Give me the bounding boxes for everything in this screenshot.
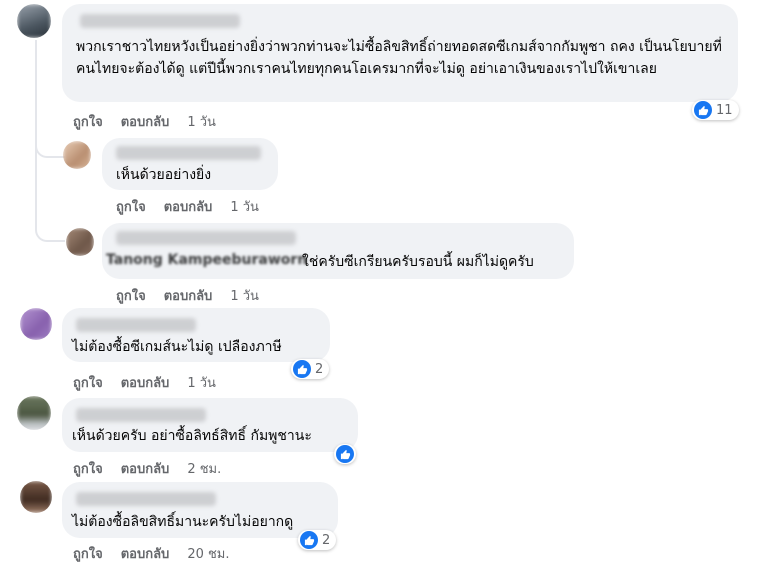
author-name-redacted[interactable] xyxy=(76,408,206,422)
like-link[interactable]: ถูกใจ xyxy=(73,543,103,564)
reply-link[interactable]: ตอบกลับ xyxy=(164,285,213,306)
comment-actions: ถูกใจ ตอบกลับ 1 วัน xyxy=(116,196,259,217)
comment-bubble: Tanong Kampeeburaworn ใช่ครับซีเกรียนครั… xyxy=(102,223,574,279)
like-link[interactable]: ถูกใจ xyxy=(73,458,103,479)
like-link[interactable]: ถูกใจ xyxy=(73,372,103,393)
reply-link[interactable]: ตอบกลับ xyxy=(121,111,170,132)
avatar[interactable] xyxy=(17,4,51,38)
reply-link[interactable]: ตอบกลับ xyxy=(121,372,170,393)
author-name-partial[interactable]: Tanong Kampeeburaworn xyxy=(106,252,307,268)
comment-actions: ถูกใจ ตอบกลับ 1 วัน xyxy=(73,111,216,132)
reaction-count[interactable] xyxy=(334,444,356,464)
timestamp[interactable]: 1 วัน xyxy=(187,372,216,393)
author-name-redacted[interactable] xyxy=(80,14,240,28)
timestamp[interactable]: 2 ชม. xyxy=(187,458,221,479)
comment-text: ไม่ต้องซื้อซีเกมส์นะไม่ดู เปลืองภาษี xyxy=(72,339,282,355)
timestamp[interactable]: 1 วัน xyxy=(187,111,216,132)
comment-actions: ถูกใจ ตอบกลับ 1 วัน xyxy=(73,372,216,393)
reply-link[interactable]: ตอบกลับ xyxy=(121,543,170,564)
like-link[interactable]: ถูกใจ xyxy=(116,285,146,306)
comment-text: ไม่ต้องซื้อลิขสิทธิ์มานะครับไม่อยากดู xyxy=(72,514,294,530)
like-link[interactable]: ถูกใจ xyxy=(116,196,146,217)
reaction-number: 2 xyxy=(322,532,331,548)
comment-text: เห็นด้วยอย่างยิ่ง xyxy=(116,167,212,183)
reaction-count[interactable]: 2 xyxy=(291,359,330,379)
comment-text: เห็นด้วยครับ อย่าซื้อลิทธ์สิทธิ์ กัมพูชา… xyxy=(72,428,312,444)
author-name-redacted[interactable] xyxy=(76,492,216,506)
avatar[interactable] xyxy=(63,141,91,169)
author-name-redacted[interactable] xyxy=(116,231,296,245)
reaction-number: 2 xyxy=(315,361,324,377)
comment-bubble: พวกเราชาวไทยหวังเป็นอย่างยิ่งว่าพวกท่านจ… xyxy=(62,4,738,102)
avatar[interactable] xyxy=(20,308,52,340)
comment-text: พวกเราชาวไทยหวังเป็นอย่างยิ่งว่าพวกท่านจ… xyxy=(76,39,722,77)
timestamp[interactable]: 20 ชม. xyxy=(187,543,229,564)
thread-connector xyxy=(35,190,65,242)
avatar[interactable] xyxy=(20,481,52,513)
like-reaction-icon xyxy=(300,531,318,549)
comment-actions: ถูกใจ ตอบกลับ 1 วัน xyxy=(116,285,259,306)
reaction-number: 11 xyxy=(716,102,733,118)
thread-line xyxy=(35,40,37,190)
timestamp[interactable]: 1 วัน xyxy=(230,285,259,306)
reaction-count[interactable]: 11 xyxy=(692,100,739,120)
comment-actions: ถูกใจ ตอบกลับ 2 ชม. xyxy=(73,458,221,479)
like-reaction-icon xyxy=(293,360,311,378)
comment-bubble: เห็นด้วยอย่างยิ่ง xyxy=(102,138,278,190)
comment-bubble: ไม่ต้องซื้อลิขสิทธิ์มานะครับไม่อยากดู xyxy=(62,482,338,538)
like-link[interactable]: ถูกใจ xyxy=(73,111,103,132)
reply-link[interactable]: ตอบกลับ xyxy=(121,458,170,479)
author-name-redacted[interactable] xyxy=(116,146,261,160)
comment-bubble: เห็นด้วยครับ อย่าซื้อลิทธ์สิทธิ์ กัมพูชา… xyxy=(62,398,358,452)
like-reaction-icon xyxy=(694,101,712,119)
timestamp[interactable]: 1 วัน xyxy=(230,196,259,217)
like-reaction-icon xyxy=(336,445,354,463)
comment-bubble: ไม่ต้องซื้อซีเกมส์นะไม่ดู เปลืองภาษี xyxy=(62,308,330,362)
comment-text: ใช่ครับซีเกรียนครับรอบนี้ ผมก็ไม่ดูครับ xyxy=(302,254,534,270)
avatar[interactable] xyxy=(66,228,94,256)
thread-connector xyxy=(35,130,65,158)
reply-link[interactable]: ตอบกลับ xyxy=(164,196,213,217)
reaction-count[interactable]: 2 xyxy=(298,530,337,550)
comment-actions: ถูกใจ ตอบกลับ 20 ชม. xyxy=(73,543,230,564)
author-name-redacted[interactable] xyxy=(76,318,196,332)
avatar[interactable] xyxy=(17,396,51,430)
